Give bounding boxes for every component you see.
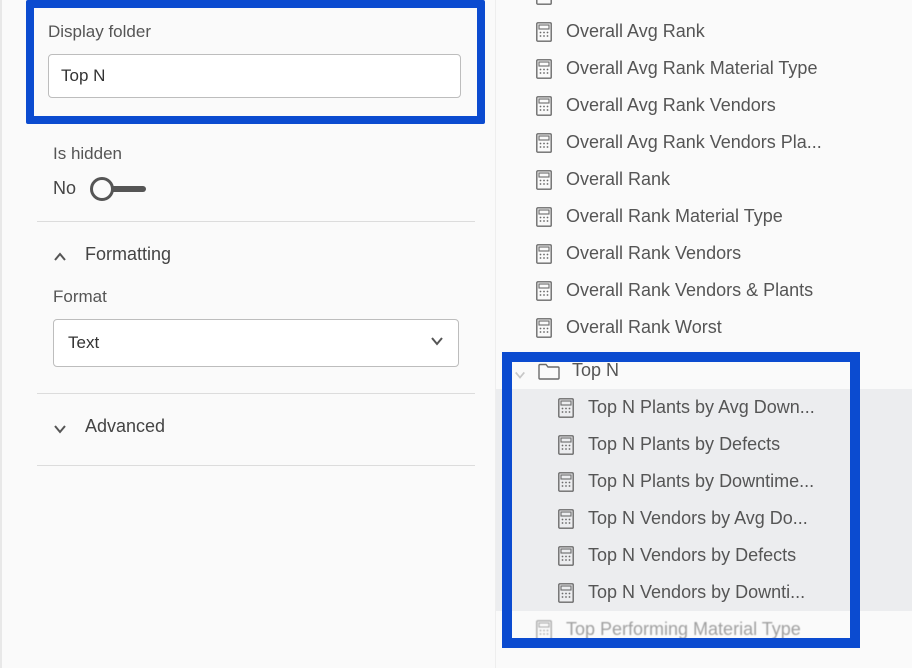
is-hidden-label: Is hidden xyxy=(53,144,475,164)
chevron-down-icon xyxy=(514,365,526,377)
measure-icon xyxy=(558,435,574,455)
display-folder-label: Display folder xyxy=(48,22,461,42)
field-item-label: Overall Rank Vendors & Plants xyxy=(566,280,813,301)
measure-icon xyxy=(558,509,574,529)
field-item[interactable]: Top N Plants by Defects xyxy=(496,426,912,463)
field-item-label: Top N Plants by Downtime... xyxy=(588,471,814,492)
toggle-knob-icon xyxy=(90,177,114,201)
formatting-section-header[interactable]: Formatting xyxy=(37,222,475,287)
chevron-down-icon xyxy=(430,333,444,353)
is-hidden-state-text: No xyxy=(53,178,76,199)
field-item[interactable]: Overall Rank Vendors & Plants xyxy=(496,272,912,309)
advanced-section-header[interactable]: Advanced xyxy=(37,394,475,465)
field-item-label: Top N Plants by Avg Down... xyxy=(588,397,815,418)
measure-icon xyxy=(558,398,574,418)
is-hidden-toggle[interactable] xyxy=(92,186,146,192)
field-item-label: Overall Rank Vendors xyxy=(566,243,741,264)
field-item-label: Overall Avg Rank Vendors xyxy=(566,95,776,116)
fields-list[interactable]: Downtime Minutes Overall Avg Rank Overall… xyxy=(496,0,912,648)
field-item[interactable]: Overall Avg Rank Material Type xyxy=(496,50,912,87)
divider xyxy=(37,465,475,466)
field-item[interactable]: Overall Avg Rank xyxy=(496,13,912,50)
field-item[interactable]: Downtime Minutes xyxy=(496,0,912,13)
field-item[interactable]: Overall Rank xyxy=(496,161,912,198)
field-item[interactable]: Top N Vendors by Avg Do... xyxy=(496,500,912,537)
folder-row[interactable]: Top N xyxy=(496,352,912,389)
field-item[interactable]: Top N Vendors by Downti... xyxy=(496,574,912,611)
folder-label: Top N xyxy=(572,360,619,381)
field-item[interactable]: Top N Plants by Avg Down... xyxy=(496,389,912,426)
measure-icon xyxy=(536,22,552,42)
field-item-label: Top N Vendors by Defects xyxy=(588,545,796,566)
field-item-label: Top N Vendors by Downti... xyxy=(588,582,805,603)
field-item[interactable]: Overall Rank Vendors xyxy=(496,235,912,272)
measure-icon xyxy=(536,244,552,264)
measure-icon xyxy=(536,170,552,190)
measure-icon xyxy=(536,133,552,153)
measure-icon xyxy=(536,0,552,5)
display-folder-highlight: Display folder xyxy=(26,0,485,124)
field-item[interactable]: Overall Rank Worst xyxy=(496,309,912,346)
folder-icon xyxy=(538,362,560,380)
field-item-label: Overall Avg Rank Material Type xyxy=(566,58,817,79)
measure-icon xyxy=(536,59,552,79)
field-item-label: Top N Plants by Defects xyxy=(588,434,780,455)
chevron-up-icon xyxy=(53,248,67,262)
measure-icon xyxy=(536,207,552,227)
measure-icon xyxy=(558,583,574,603)
field-item-label: Overall Rank xyxy=(566,169,670,190)
measure-icon xyxy=(558,546,574,566)
field-item-label: Top N Vendors by Avg Do... xyxy=(588,508,808,529)
field-item-label: Overall Rank Worst xyxy=(566,317,722,338)
measure-icon xyxy=(536,96,552,116)
fields-panel: Downtime Minutes Overall Avg Rank Overall… xyxy=(495,0,912,668)
measure-icon xyxy=(536,318,552,338)
field-item[interactable]: Top N Vendors by Defects xyxy=(496,537,912,574)
formatting-section-title: Formatting xyxy=(85,244,171,265)
field-item-label: Downtime Minutes xyxy=(566,0,714,5)
format-label: Format xyxy=(53,287,459,307)
measure-icon xyxy=(536,281,552,301)
properties-panel: Display folder Is hidden No Formatting xyxy=(0,0,495,668)
format-select-value: Text xyxy=(68,333,99,353)
chevron-down-icon xyxy=(53,420,67,434)
field-item-label: Overall Rank Material Type xyxy=(566,206,783,227)
field-item[interactable]: Overall Avg Rank Vendors Pla... xyxy=(496,124,912,161)
field-item[interactable]: Overall Avg Rank Vendors xyxy=(496,87,912,124)
field-item[interactable]: Overall Rank Material Type xyxy=(496,198,912,235)
field-item-label: Overall Avg Rank Vendors Pla... xyxy=(566,132,822,153)
measure-icon xyxy=(536,620,552,640)
measure-icon xyxy=(558,472,574,492)
display-folder-input[interactable] xyxy=(48,54,461,98)
field-item[interactable]: Top N Plants by Downtime... xyxy=(496,463,912,500)
field-item-label: Top Performing Material Type xyxy=(566,619,801,640)
advanced-section-title: Advanced xyxy=(85,416,165,437)
field-item-label: Overall Avg Rank xyxy=(566,21,705,42)
field-item[interactable]: Top Performing Material Type xyxy=(496,611,912,648)
format-select[interactable]: Text xyxy=(53,319,459,367)
